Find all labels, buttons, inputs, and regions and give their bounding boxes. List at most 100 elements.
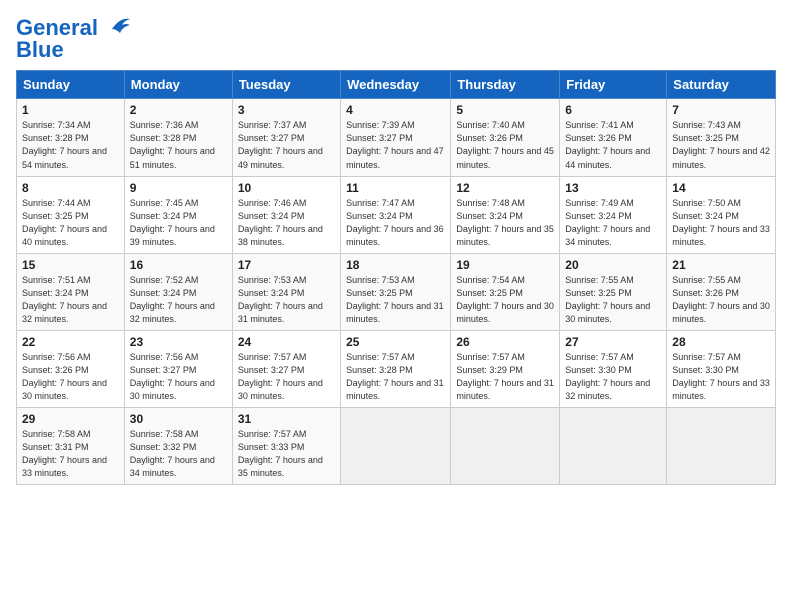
calendar-cell: 12 Sunrise: 7:48 AMSunset: 3:24 PMDaylig… [451,176,560,253]
calendar-cell: 16 Sunrise: 7:52 AMSunset: 3:24 PMDaylig… [124,253,232,330]
calendar-week-row: 8 Sunrise: 7:44 AMSunset: 3:25 PMDayligh… [17,176,776,253]
day-number: 3 [238,103,335,117]
calendar-cell [451,408,560,485]
day-number: 8 [22,181,119,195]
day-info: Sunrise: 7:50 AMSunset: 3:24 PMDaylight:… [672,198,770,247]
day-info: Sunrise: 7:47 AMSunset: 3:24 PMDaylight:… [346,198,444,247]
calendar-cell [560,408,667,485]
day-number: 17 [238,258,335,272]
calendar-cell: 15 Sunrise: 7:51 AMSunset: 3:24 PMDaylig… [17,253,125,330]
calendar-cell: 2 Sunrise: 7:36 AMSunset: 3:28 PMDayligh… [124,99,232,176]
day-number: 5 [456,103,554,117]
day-number: 23 [130,335,227,349]
day-number: 22 [22,335,119,349]
calendar-cell: 18 Sunrise: 7:53 AMSunset: 3:25 PMDaylig… [341,253,451,330]
day-number: 12 [456,181,554,195]
calendar-cell: 5 Sunrise: 7:40 AMSunset: 3:26 PMDayligh… [451,99,560,176]
day-info: Sunrise: 7:36 AMSunset: 3:28 PMDaylight:… [130,120,215,169]
calendar-cell: 1 Sunrise: 7:34 AMSunset: 3:28 PMDayligh… [17,99,125,176]
calendar-week-row: 29 Sunrise: 7:58 AMSunset: 3:31 PMDaylig… [17,408,776,485]
day-number: 14 [672,181,770,195]
page-header: General Blue [16,16,776,62]
day-number: 24 [238,335,335,349]
day-number: 27 [565,335,661,349]
calendar-week-row: 15 Sunrise: 7:51 AMSunset: 3:24 PMDaylig… [17,253,776,330]
calendar-cell: 27 Sunrise: 7:57 AMSunset: 3:30 PMDaylig… [560,330,667,407]
day-number: 6 [565,103,661,117]
calendar-table: SundayMondayTuesdayWednesdayThursdayFrid… [16,70,776,485]
day-info: Sunrise: 7:34 AMSunset: 3:28 PMDaylight:… [22,120,107,169]
day-info: Sunrise: 7:54 AMSunset: 3:25 PMDaylight:… [456,275,554,324]
calendar-cell: 25 Sunrise: 7:57 AMSunset: 3:28 PMDaylig… [341,330,451,407]
calendar-week-row: 1 Sunrise: 7:34 AMSunset: 3:28 PMDayligh… [17,99,776,176]
day-info: Sunrise: 7:57 AMSunset: 3:30 PMDaylight:… [672,352,770,401]
day-info: Sunrise: 7:57 AMSunset: 3:33 PMDaylight:… [238,429,323,478]
calendar-header-friday: Friday [560,71,667,99]
day-info: Sunrise: 7:53 AMSunset: 3:24 PMDaylight:… [238,275,323,324]
day-info: Sunrise: 7:44 AMSunset: 3:25 PMDaylight:… [22,198,107,247]
day-info: Sunrise: 7:58 AMSunset: 3:32 PMDaylight:… [130,429,215,478]
day-number: 13 [565,181,661,195]
day-number: 1 [22,103,119,117]
day-number: 30 [130,412,227,426]
day-number: 7 [672,103,770,117]
calendar-cell: 22 Sunrise: 7:56 AMSunset: 3:26 PMDaylig… [17,330,125,407]
day-number: 4 [346,103,445,117]
day-number: 10 [238,181,335,195]
day-info: Sunrise: 7:57 AMSunset: 3:30 PMDaylight:… [565,352,650,401]
logo: General Blue [16,16,132,62]
calendar-header-wednesday: Wednesday [341,71,451,99]
day-info: Sunrise: 7:46 AMSunset: 3:24 PMDaylight:… [238,198,323,247]
day-number: 20 [565,258,661,272]
day-info: Sunrise: 7:57 AMSunset: 3:27 PMDaylight:… [238,352,323,401]
calendar-cell [341,408,451,485]
logo-text-blue: Blue [16,38,64,62]
day-number: 29 [22,412,119,426]
day-info: Sunrise: 7:57 AMSunset: 3:29 PMDaylight:… [456,352,554,401]
calendar-cell: 19 Sunrise: 7:54 AMSunset: 3:25 PMDaylig… [451,253,560,330]
calendar-cell: 28 Sunrise: 7:57 AMSunset: 3:30 PMDaylig… [667,330,776,407]
day-number: 26 [456,335,554,349]
calendar-cell: 20 Sunrise: 7:55 AMSunset: 3:25 PMDaylig… [560,253,667,330]
calendar-cell: 10 Sunrise: 7:46 AMSunset: 3:24 PMDaylig… [232,176,340,253]
day-info: Sunrise: 7:57 AMSunset: 3:28 PMDaylight:… [346,352,444,401]
day-number: 19 [456,258,554,272]
calendar-header-tuesday: Tuesday [232,71,340,99]
calendar-cell: 13 Sunrise: 7:49 AMSunset: 3:24 PMDaylig… [560,176,667,253]
calendar-cell: 6 Sunrise: 7:41 AMSunset: 3:26 PMDayligh… [560,99,667,176]
day-number: 21 [672,258,770,272]
day-info: Sunrise: 7:55 AMSunset: 3:25 PMDaylight:… [565,275,650,324]
day-number: 18 [346,258,445,272]
day-number: 16 [130,258,227,272]
calendar-cell: 3 Sunrise: 7:37 AMSunset: 3:27 PMDayligh… [232,99,340,176]
calendar-cell: 17 Sunrise: 7:53 AMSunset: 3:24 PMDaylig… [232,253,340,330]
calendar-cell: 23 Sunrise: 7:56 AMSunset: 3:27 PMDaylig… [124,330,232,407]
calendar-cell: 11 Sunrise: 7:47 AMSunset: 3:24 PMDaylig… [341,176,451,253]
logo-bird-icon [102,15,132,37]
calendar-cell [667,408,776,485]
day-info: Sunrise: 7:58 AMSunset: 3:31 PMDaylight:… [22,429,107,478]
day-info: Sunrise: 7:52 AMSunset: 3:24 PMDaylight:… [130,275,215,324]
day-info: Sunrise: 7:55 AMSunset: 3:26 PMDaylight:… [672,275,770,324]
day-info: Sunrise: 7:49 AMSunset: 3:24 PMDaylight:… [565,198,650,247]
day-info: Sunrise: 7:53 AMSunset: 3:25 PMDaylight:… [346,275,444,324]
calendar-header-thursday: Thursday [451,71,560,99]
calendar-cell: 24 Sunrise: 7:57 AMSunset: 3:27 PMDaylig… [232,330,340,407]
day-info: Sunrise: 7:45 AMSunset: 3:24 PMDaylight:… [130,198,215,247]
calendar-cell: 31 Sunrise: 7:57 AMSunset: 3:33 PMDaylig… [232,408,340,485]
day-number: 31 [238,412,335,426]
day-info: Sunrise: 7:40 AMSunset: 3:26 PMDaylight:… [456,120,554,169]
calendar-cell: 29 Sunrise: 7:58 AMSunset: 3:31 PMDaylig… [17,408,125,485]
day-number: 9 [130,181,227,195]
day-number: 15 [22,258,119,272]
day-info: Sunrise: 7:39 AMSunset: 3:27 PMDaylight:… [346,120,444,169]
calendar-cell: 14 Sunrise: 7:50 AMSunset: 3:24 PMDaylig… [667,176,776,253]
calendar-cell: 30 Sunrise: 7:58 AMSunset: 3:32 PMDaylig… [124,408,232,485]
day-info: Sunrise: 7:48 AMSunset: 3:24 PMDaylight:… [456,198,554,247]
calendar-cell: 7 Sunrise: 7:43 AMSunset: 3:25 PMDayligh… [667,99,776,176]
day-info: Sunrise: 7:37 AMSunset: 3:27 PMDaylight:… [238,120,323,169]
calendar-header-sunday: Sunday [17,71,125,99]
calendar-header-row: SundayMondayTuesdayWednesdayThursdayFrid… [17,71,776,99]
day-info: Sunrise: 7:43 AMSunset: 3:25 PMDaylight:… [672,120,770,169]
day-number: 11 [346,181,445,195]
